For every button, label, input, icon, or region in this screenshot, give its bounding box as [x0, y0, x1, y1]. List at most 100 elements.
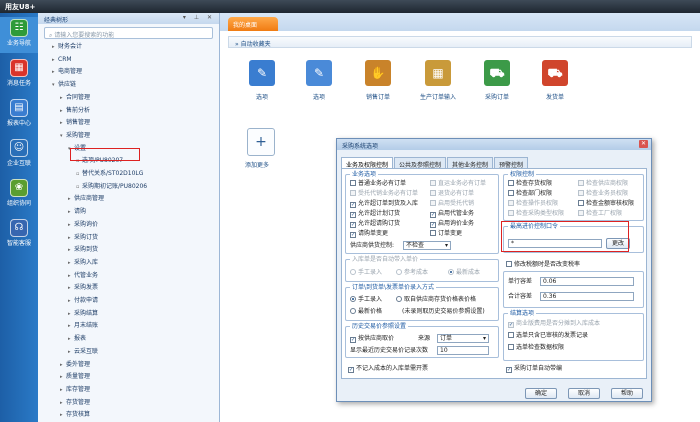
tree-node[interactable]: ▸ 采购询价: [68, 219, 98, 230]
nav-business[interactable]: ☷ 业务导航: [0, 17, 38, 53]
total-tolerance-label: 合计容差: [508, 293, 533, 300]
nav-service[interactable]: ☊ 智能客服: [0, 217, 38, 253]
close-icon[interactable]: ✕: [639, 140, 648, 148]
tree-leaf-item[interactable]: ▫ 采购期初记账/PU80206: [76, 181, 147, 192]
tree-node[interactable]: ▸ 供应商管理: [68, 193, 104, 204]
tree-node[interactable]: ▸ 付款申请: [68, 295, 98, 306]
biz-option-checkbox[interactable]: 普通业务必有订单: [350, 180, 406, 188]
purchase-options-dialog: 采购系统选项 ✕ 业务及权限控制 公共及参照控制 其他业务控制 预警控制 业务选项 普…: [336, 138, 652, 402]
line-tolerance-input[interactable]: 0.06: [540, 277, 634, 286]
radio-price-manual[interactable]: 手工录入: [350, 296, 382, 304]
tree-node[interactable]: ▸ 代管业务: [68, 270, 98, 281]
tree-node[interactable]: ▸ 采购入库: [68, 257, 98, 268]
biz-option-checkbox[interactable]: ✓ 允许超计划订货: [350, 210, 400, 218]
settle-option-checkbox[interactable]: 选单只含已审核的发票记录: [508, 332, 588, 340]
nav-messages[interactable]: ▦ 消息任务: [0, 57, 38, 93]
tab-my-desktop[interactable]: 我的桌面: [228, 17, 278, 31]
biz-option-checkbox[interactable]: ✓ 允许超订单到货及入库: [350, 200, 418, 208]
dialog-footer: 确定 取消 帮助: [337, 383, 653, 403]
tree-node[interactable]: ▸ 报表: [68, 333, 86, 344]
favorites-bar[interactable]: » 自动收藏夹: [228, 36, 692, 48]
biz-option-checkbox[interactable]: 启用受托代销: [430, 200, 474, 208]
radio-manual-entry[interactable]: 手工录入: [350, 269, 382, 277]
tree-node[interactable]: ▸ 合同管理: [60, 92, 90, 103]
biz-option-checkbox[interactable]: 受托代销业务必有订单: [350, 190, 418, 198]
tree-node[interactable]: ▸ 存货核算: [60, 409, 90, 420]
tree-node[interactable]: ▸ 电商管理: [52, 66, 82, 77]
pin-close-icon[interactable]: ▾ ⊥ ✕: [183, 14, 215, 21]
radio-reference-cost[interactable]: 参考成本: [396, 269, 428, 277]
by-supplier-checkbox[interactable]: ✓ 按供应商取价: [350, 335, 394, 343]
tree-node[interactable]: ▾ 采购管理: [60, 130, 90, 141]
tolerance-group: 单行容差 0.06 合计容差 0.36: [503, 271, 644, 308]
biz-option-checkbox[interactable]: ✓ 启用代管业务: [430, 210, 474, 218]
tree-node[interactable]: ▸ CRM: [52, 54, 72, 65]
tree-node[interactable]: ▸ 委外管理: [60, 359, 90, 370]
biz-option-checkbox[interactable]: 直运业务必有订单: [430, 180, 486, 188]
shortcut-sales-order[interactable]: ✋ 销售订单: [354, 60, 402, 108]
radio-price-from-list[interactable]: 取自供应商存货价格表价格: [396, 296, 476, 304]
tree-node[interactable]: ▸ 采购结算: [68, 308, 98, 319]
shortcut-purchase-order[interactable]: ⛟ 采购订单: [473, 60, 521, 108]
tree-search-input[interactable]: ⌕ 请输入您要搜索的功能: [44, 27, 213, 39]
perm-option-checkbox[interactable]: 检查工厂权限: [578, 210, 622, 218]
left-nav: ☷ 业务导航 ▦ 消息任务 ▤ 报表中心 ☺ 企业互联 ❀ 组织协同 ☊ 智能客…: [0, 13, 38, 422]
perm-option-checkbox[interactable]: 检查存货权限: [508, 180, 552, 188]
settle-option-checkbox[interactable]: 选单检查数据权限: [508, 344, 564, 352]
tree-node[interactable]: ▸ 采购到货: [68, 244, 98, 255]
tab-common-ref[interactable]: 公共及参照控制: [394, 157, 447, 169]
radio-price-latest[interactable]: 最新价格: [350, 308, 382, 316]
perm-option-checkbox[interactable]: 检查操作员权限: [508, 200, 558, 208]
tree-node[interactable]: ▸ 存货管理: [60, 397, 90, 408]
nav-enterprise[interactable]: ☺ 企业互联: [0, 137, 38, 173]
biz-option-checkbox[interactable]: ✓ 启用询价业务: [430, 220, 474, 228]
ok-button[interactable]: 确定: [525, 388, 557, 399]
supplier-control-select[interactable]: 不检查 ▾: [403, 241, 451, 250]
perm-option-checkbox[interactable]: 检查供应商权限: [578, 180, 628, 188]
tree-leaf-item[interactable]: ▫ 替代关系/ST02D10LG: [76, 168, 143, 179]
shortcut-production-order[interactable]: ▦ 生产订单输入: [414, 60, 462, 108]
tree-node[interactable]: ▸ 库存管理: [60, 384, 90, 395]
tree-node[interactable]: ▸ 采购发票: [68, 282, 98, 293]
biz-option-checkbox[interactable]: ✓ 请购单变更: [350, 230, 388, 238]
nav-reports[interactable]: ▤ 报表中心: [0, 97, 38, 133]
tab-alert[interactable]: 预警控制: [494, 157, 529, 169]
tree-node[interactable]: ▸ 请购: [68, 206, 86, 217]
total-tolerance-input[interactable]: 0.36: [540, 292, 634, 301]
perm-option-checkbox[interactable]: 检查部门权限: [508, 190, 552, 198]
perm-option-checkbox[interactable]: 检查采购类型权限: [508, 210, 564, 218]
tab-business-permission[interactable]: 业务及权限控制: [341, 157, 394, 169]
tree-node[interactable]: ▸ 月末结账: [68, 320, 98, 331]
tree-node[interactable]: ▸ 云采互联: [68, 346, 98, 357]
nav-collab[interactable]: ❀ 组织协同: [0, 177, 38, 213]
settle-option-checkbox[interactable]: ✓ 商业版费用是否分摊到入库成本: [508, 320, 600, 328]
no-cost-inbound-invoice-checkbox[interactable]: ✓ 不记入成本的入库单需开票: [348, 365, 428, 373]
tab-other-business[interactable]: 其他业务控制: [447, 157, 494, 169]
help-button[interactable]: 帮助: [611, 388, 643, 399]
tree-node[interactable]: ▾ 供应链: [52, 79, 76, 90]
radio-latest-cost[interactable]: 最新成本: [448, 269, 480, 277]
add-shortcut-button[interactable]: +: [247, 128, 275, 156]
headset-icon: ☊: [10, 219, 28, 237]
biz-option-checkbox[interactable]: 退货必有订单: [430, 190, 474, 198]
tree-node[interactable]: ▸ 销售管理: [60, 117, 90, 128]
shortcut-options-2[interactable]: ✎ 选项: [295, 60, 343, 108]
history-count-input[interactable]: 10: [437, 346, 489, 355]
perm-option-checkbox[interactable]: 检查业务员权限: [578, 190, 628, 198]
cancel-button[interactable]: 取消: [568, 388, 600, 399]
biz-option-checkbox[interactable]: ✓ 允许超请购订货: [350, 220, 400, 228]
shortcut-delivery[interactable]: ⛟ 发货单: [531, 60, 579, 108]
perm-option-checkbox[interactable]: 检查金额审核权限: [578, 200, 634, 208]
tree-node[interactable]: ▸ 质量管理: [60, 371, 90, 382]
tree-node[interactable]: ▸ 售前分析: [60, 105, 90, 116]
cart-icon: ⛟: [484, 60, 510, 86]
tree-node[interactable]: ▸ 财务会计: [52, 41, 82, 52]
biz-option-checkbox[interactable]: 订单变更: [430, 230, 462, 238]
auto-code-checkbox[interactable]: ✓ 采购订单自动带编: [506, 365, 562, 373]
shortcut-options[interactable]: ✎ 选项: [238, 60, 286, 108]
change-tax-rate-checkbox[interactable]: 修改税额时是否改变税率: [506, 261, 580, 269]
tree-node[interactable]: ▸ 采购订货: [68, 232, 98, 243]
settle-group: 结算选项 ✓ 商业版费用是否分摊到入库成本 选单只含已审核的发票记录 选单检查数据权限: [503, 310, 644, 361]
history-count-label: 显示最近历史交易价记录次数: [350, 347, 429, 354]
source-select[interactable]: 订单 ▾: [437, 334, 489, 343]
